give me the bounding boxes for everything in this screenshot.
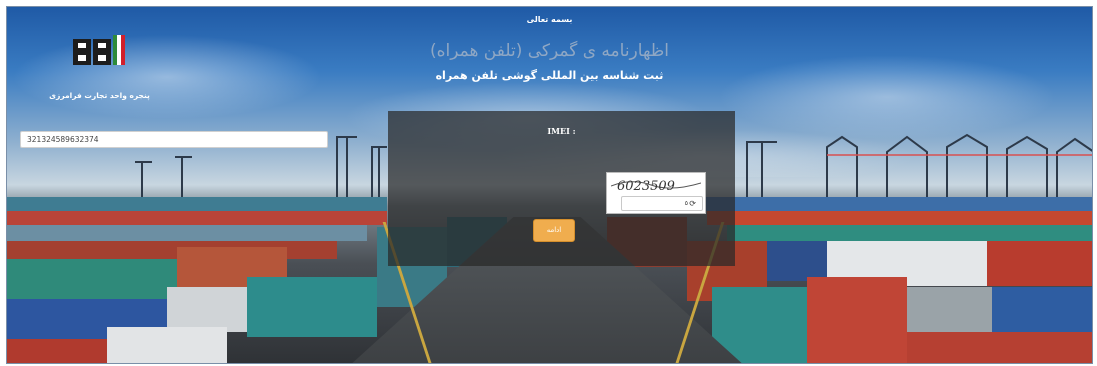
page-subtitle: ثبت شناسه بین المللی گوشی تلفن همراه bbox=[435, 69, 664, 82]
captcha-image: 6023509 bbox=[611, 176, 701, 194]
continue-button[interactable]: ادامه bbox=[533, 219, 575, 242]
imei-label: IMEI : bbox=[547, 126, 576, 136]
logo-icon bbox=[73, 35, 125, 65]
page-frame: بسمه تعالی اظهارنامه ی گمرکی (تلفن همراه… bbox=[6, 6, 1093, 364]
page-title: اظهارنامه ی گمرکی (تلفن همراه) bbox=[429, 41, 670, 61]
refresh-icon[interactable]: ⟳ bbox=[689, 199, 696, 208]
captcha-text: 6023509 bbox=[617, 179, 675, 194]
logo-caption: پنجره واحد تجارت فرامرزی bbox=[49, 91, 150, 100]
page-top-title: بسمه تعالی bbox=[526, 15, 573, 24]
imei-input[interactable] bbox=[20, 131, 328, 148]
captcha-box: 6023509 ٥ ⟳ bbox=[606, 172, 706, 214]
captcha-input[interactable]: ٥ ⟳ bbox=[621, 196, 703, 211]
captcha-number: ٥ bbox=[684, 200, 688, 207]
